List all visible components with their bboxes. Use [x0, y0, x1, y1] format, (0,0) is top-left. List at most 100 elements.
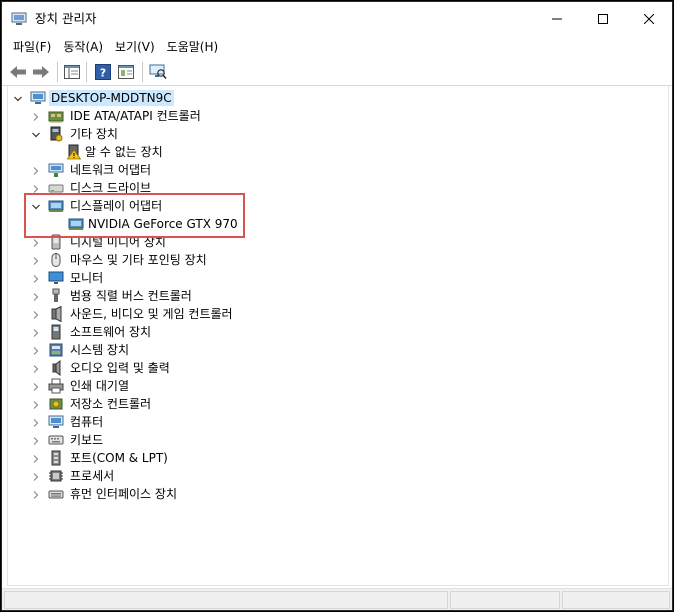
menu-action[interactable]: 동작(A): [57, 37, 109, 57]
chevron-right-icon[interactable]: [31, 273, 41, 283]
chevron-right-icon[interactable]: [31, 345, 41, 355]
tree-child-node[interactable]: NVIDIA GeForce GTX 970: [8, 215, 668, 233]
scan-hardware-button[interactable]: [147, 61, 169, 83]
tree-category-node[interactable]: 마우스 및 기타 포인팅 장치: [8, 251, 668, 269]
chevron-down-icon[interactable]: [13, 93, 23, 103]
chevron-down-icon[interactable]: [31, 201, 41, 211]
speaker-icon: [48, 305, 64, 323]
menu-file[interactable]: 파일(F): [7, 37, 57, 57]
monitor-icon: [48, 270, 64, 286]
forward-button[interactable]: [30, 61, 52, 83]
device-manager-window: 장치 관리자 파일(F) 동작(A) 보기(V) 도움말(H) ? DESKTO…: [1, 1, 673, 611]
status-pane-2: [450, 591, 560, 609]
minimize-icon: [552, 18, 562, 20]
mouse-icon: [48, 252, 64, 268]
title-bar[interactable]: 장치 관리자: [2, 2, 672, 36]
network-adapter-icon: [48, 162, 64, 178]
tree-category-node[interactable]: 컴퓨터: [8, 413, 668, 431]
chevron-right-icon[interactable]: [31, 255, 41, 265]
tree-category-node[interactable]: 시스템 장치: [8, 341, 668, 359]
tree-node-label: 디스크 드라이브: [70, 181, 152, 195]
help-icon: ?: [95, 64, 111, 80]
menu-help[interactable]: 도움말(H): [161, 37, 225, 57]
audio-icon: [48, 360, 64, 376]
chevron-right-icon[interactable]: [31, 291, 41, 301]
tree-category-node[interactable]: 디스플레이 어댑터: [8, 197, 668, 215]
tree-category-node[interactable]: 디지털 미디어 장치: [8, 233, 668, 251]
tree-category-node[interactable]: 모니터: [8, 269, 668, 287]
console-tree-button[interactable]: [61, 61, 83, 83]
device-tree: DESKTOP-MDDTN9C IDE ATA/ATAPI 컨트롤러 기타 장치알 …: [7, 86, 669, 586]
chevron-right-icon[interactable]: [31, 111, 41, 121]
device-manager-app-icon: [11, 12, 27, 25]
window-title: 장치 관리자: [35, 11, 97, 26]
tree-node-label: 시스템 장치: [70, 343, 130, 357]
tree-category-node[interactable]: 사운드, 비디오 및 게임 컨트롤러: [8, 305, 668, 323]
tree-node-label: 모니터: [70, 271, 104, 285]
tree-node-label: 알 수 없는 장치: [85, 145, 163, 159]
menu-view[interactable]: 보기(V): [109, 37, 161, 57]
tree-node-label: 사운드, 비디오 및 게임 컨트롤러: [70, 307, 233, 321]
properties-icon: [118, 65, 134, 79]
printer-icon: [48, 378, 64, 394]
chevron-right-icon[interactable]: [31, 381, 41, 391]
tree-child-node[interactable]: 알 수 없는 장치: [8, 143, 668, 161]
minimize-button[interactable]: [534, 2, 580, 36]
unknown-device-warning-icon: [66, 144, 82, 160]
tree-node-label: DESKTOP-MDDTN9C: [49, 90, 174, 106]
root-computer-icon: [30, 90, 46, 106]
tree-category-node[interactable]: 디스크 드라이브: [8, 179, 668, 197]
chevron-right-icon[interactable]: [31, 327, 41, 337]
tree-node-label: 프로세서: [70, 469, 115, 483]
chevron-right-icon[interactable]: [31, 165, 41, 175]
tree-category-node[interactable]: 범용 직렬 버스 컨트롤러: [8, 287, 668, 305]
tree-node-label: 마우스 및 기타 포인팅 장치: [70, 253, 207, 267]
processor-icon: [48, 468, 64, 484]
tree-node-label: 인쇄 대기열: [70, 379, 130, 393]
chevron-down-icon[interactable]: [31, 129, 41, 139]
chevron-right-icon[interactable]: [31, 237, 41, 247]
forward-arrow-icon: [33, 66, 49, 78]
menu-bar: 파일(F) 동작(A) 보기(V) 도움말(H): [2, 36, 672, 58]
hid-icon: [48, 486, 64, 502]
chevron-right-icon[interactable]: [31, 417, 41, 427]
chevron-right-icon[interactable]: [31, 399, 41, 409]
port-icon: [48, 450, 64, 466]
chevron-right-icon[interactable]: [31, 489, 41, 499]
tree-category-node[interactable]: 네트워크 어댑터: [8, 161, 668, 179]
back-button[interactable]: [7, 61, 29, 83]
close-button[interactable]: [626, 2, 672, 36]
tree-category-node[interactable]: 오디오 입력 및 출력: [8, 359, 668, 377]
chevron-right-icon[interactable]: [31, 183, 41, 193]
properties-button[interactable]: [115, 61, 137, 83]
tree-category-node[interactable]: 소프트웨어 장치: [8, 323, 668, 341]
chevron-right-icon[interactable]: [31, 309, 41, 319]
digital-media-icon: [48, 234, 64, 250]
maximize-button[interactable]: [580, 2, 626, 36]
tree-node-label: 휴먼 인터페이스 장치: [70, 487, 177, 501]
help-button[interactable]: ?: [92, 61, 114, 83]
chevron-right-icon[interactable]: [31, 453, 41, 463]
tree-category-node[interactable]: 키보드: [8, 431, 668, 449]
chevron-right-icon[interactable]: [31, 471, 41, 481]
tree-node-label: 저장소 컨트롤러: [70, 397, 152, 411]
tree-root-node[interactable]: DESKTOP-MDDTN9C: [8, 89, 668, 107]
tree-node-label: NVIDIA GeForce GTX 970: [88, 217, 238, 231]
tree-category-node[interactable]: 프로세서: [8, 467, 668, 485]
tree-category-node[interactable]: 휴먼 인터페이스 장치: [8, 485, 668, 503]
svg-text:?: ?: [100, 67, 106, 80]
ide-controller-icon: [48, 108, 64, 124]
status-pane-main: [4, 591, 448, 609]
tree-category-node[interactable]: 저장소 컨트롤러: [8, 395, 668, 413]
disk-drive-icon: [48, 180, 64, 196]
tree-node-label: 컴퓨터: [70, 415, 104, 429]
display-adapter-icon: [48, 198, 64, 214]
other-devices-icon: [48, 126, 64, 142]
tree-category-node[interactable]: IDE ATA/ATAPI 컨트롤러: [8, 107, 668, 125]
tree-category-node[interactable]: 인쇄 대기열: [8, 377, 668, 395]
usb-icon: [48, 288, 64, 304]
chevron-right-icon[interactable]: [31, 435, 41, 445]
tree-category-node[interactable]: 기타 장치: [8, 125, 668, 143]
chevron-right-icon[interactable]: [31, 363, 41, 373]
tree-category-node[interactable]: 포트(COM & LPT): [8, 449, 668, 467]
